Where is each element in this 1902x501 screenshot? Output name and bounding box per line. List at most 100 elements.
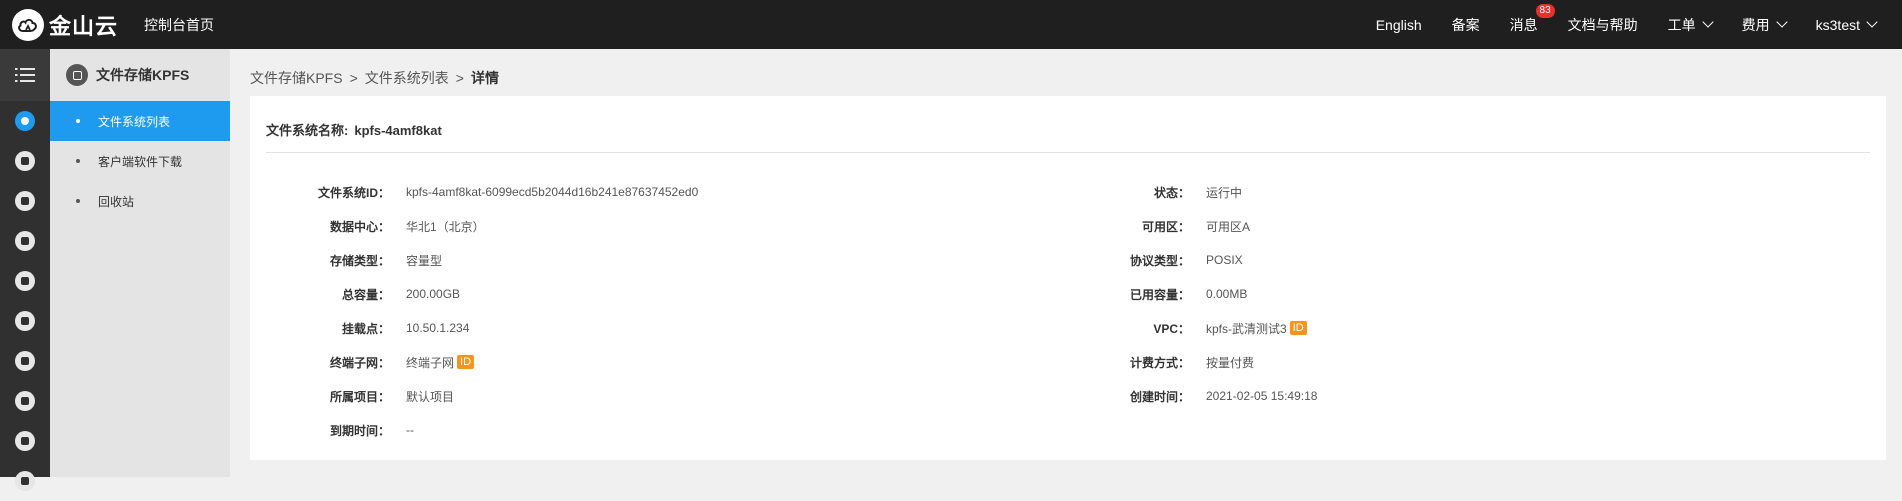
field-value: -- — [406, 423, 414, 437]
field-label: 存储类型： — [329, 253, 390, 268]
sidebar-item-label: 客户端软件下载 — [98, 154, 183, 169]
divider — [266, 152, 1870, 153]
field-value: 10.50.1.234 — [406, 321, 470, 335]
bullet-icon — [76, 199, 80, 203]
field-value: 可用区A — [1206, 219, 1251, 234]
id-tag-icon[interactable]: ID — [457, 355, 475, 369]
messages-link[interactable]: 消息 83 — [1509, 3, 1555, 35]
docs-help-link[interactable]: 文档与帮助 — [1568, 15, 1638, 35]
bullet-icon — [76, 159, 80, 163]
rail-item-4[interactable] — [0, 221, 50, 261]
field-used-capacity: 已用容量： 0.00MB — [1074, 284, 1247, 304]
field-value: kpfs-4amf8kat-6099ecd5b2044d16b241e87637… — [406, 185, 699, 199]
field-label: 数据中心： — [329, 219, 390, 234]
rail-item-5[interactable] — [0, 261, 50, 301]
field-storage-type: 存储类型： 容量型 — [274, 250, 442, 270]
field-value-wrap: kpfs-武清测试3 ID — [1206, 320, 1307, 337]
rail-item-10[interactable] — [0, 461, 50, 501]
field-terminal-subnet: 终端子网： 终端子网 ID — [274, 352, 475, 372]
field-label: 挂载点： — [341, 321, 390, 336]
field-label: 所属项目： — [329, 389, 390, 404]
field-value: 容量型 — [406, 253, 443, 268]
messages-label: 消息 — [1509, 16, 1538, 33]
beian-link[interactable]: 备案 — [1452, 15, 1480, 35]
chevron-down-icon — [1775, 16, 1788, 28]
detail-card: 文件系统名称: kpfs-4amf8kat 文件系统ID： kpfs-4amf8k… — [250, 96, 1886, 460]
bullet-icon — [76, 119, 80, 123]
field-value: 0.00MB — [1206, 287, 1248, 301]
field-label: 总容量： — [341, 287, 390, 302]
field-value: 2021-02-05 15:49:18 — [1206, 389, 1318, 403]
field-value-wrap: 终端子网 ID — [406, 354, 475, 371]
chevron-down-icon — [1701, 16, 1714, 28]
field-value: 运行中 — [1206, 185, 1243, 200]
field-total-capacity: 总容量： 200.00GB — [274, 284, 460, 304]
field-label: VPC： — [1153, 321, 1190, 336]
rail-item-9[interactable] — [0, 421, 50, 461]
sidebar-item-recycle-bin[interactable]: 回收站 — [50, 181, 230, 221]
rail-item-7[interactable] — [0, 341, 50, 381]
field-value: 华北1（北京） — [406, 219, 485, 234]
mobile-icon — [15, 351, 35, 371]
tickets-label: 工单 — [1667, 16, 1696, 33]
field-filesystem-id: 文件系统ID： kpfs-4amf8kat-6099ecd5b2044d16b2… — [274, 182, 698, 202]
terminal-subnet-link[interactable]: 终端子网 — [406, 354, 454, 371]
storage-icon — [15, 111, 35, 131]
page-title: 文件系统名称: kpfs-4amf8kat — [266, 120, 442, 139]
cloud-logo-icon — [12, 8, 44, 41]
breadcrumb-filesystem-list-link[interactable]: 文件系统列表 — [365, 68, 449, 88]
field-label: 到期时间： — [329, 423, 390, 438]
field-label: 文件系统ID： — [317, 185, 390, 200]
network-icon — [15, 431, 35, 451]
rail-item-kpfs[interactable] — [0, 101, 50, 141]
breadcrumb-current: 详情 — [470, 70, 499, 86]
product-sidebar: 文件存储KPFS 文件系统列表 客户端软件下载 回收站 — [50, 49, 230, 477]
field-availability-zone: 可用区： 可用区A — [1074, 216, 1250, 236]
tickets-menu[interactable]: 工单 — [1667, 15, 1714, 35]
billing-label: 费用 — [1741, 16, 1770, 33]
field-value: POSIX — [1206, 253, 1243, 267]
field-value: 默认项目 — [406, 389, 455, 404]
field-label: 状态： — [1153, 185, 1190, 200]
sidebar-item-label: 文件系统列表 — [98, 114, 171, 129]
field-label: 可用区： — [1141, 219, 1190, 234]
user-menu[interactable]: ks3test — [1815, 16, 1878, 33]
username-label: ks3test — [1815, 16, 1860, 33]
sidebar-item-filesystem-list[interactable]: 文件系统列表 — [50, 101, 230, 141]
console-home-link[interactable]: 控制台首页 — [144, 15, 214, 35]
rail-item-8[interactable] — [0, 381, 50, 421]
database-icon — [15, 231, 35, 251]
menu-toggle-button[interactable] — [0, 49, 50, 101]
vpc-link[interactable]: kpfs-武清测试3 — [1206, 320, 1287, 337]
logo-text: 金山云 — [49, 13, 119, 39]
id-tag-icon[interactable]: ID — [1289, 321, 1307, 335]
field-label: 计费方式： — [1129, 355, 1190, 370]
kpfs-product-icon — [66, 64, 88, 86]
breadcrumb-kpfs-link[interactable]: 文件存储KPFS — [250, 68, 343, 88]
field-value: 200.00GB — [406, 287, 461, 301]
product-icon-rail — [0, 49, 50, 491]
sidebar-product-title: 文件存储KPFS — [50, 49, 230, 101]
field-label: 创建时间： — [1129, 389, 1190, 404]
rail-item-2[interactable] — [0, 141, 50, 181]
chevron-down-icon — [1866, 16, 1878, 28]
field-billing-method: 计费方式： 按量付费 — [1074, 352, 1254, 372]
list-menu-icon — [15, 68, 35, 82]
logo[interactable]: 金山云 — [12, 8, 122, 41]
rail-item-3[interactable] — [0, 181, 50, 221]
cloud-upload-icon — [15, 191, 35, 211]
field-status: 状态： 运行中 — [1074, 182, 1242, 202]
field-create-time: 创建时间： 2021-02-05 15:49:18 — [1074, 386, 1317, 406]
field-project: 所属项目： 默认项目 — [274, 386, 454, 406]
messages-count-badge: 83 — [1535, 3, 1555, 18]
language-english-link[interactable]: English — [1376, 17, 1422, 33]
sidebar-item-client-download[interactable]: 客户端软件下载 — [50, 141, 230, 181]
folder-icon — [15, 471, 35, 491]
field-label: 已用容量： — [1129, 287, 1190, 302]
billing-menu[interactable]: 费用 — [1741, 15, 1788, 35]
rail-item-6[interactable] — [0, 301, 50, 341]
field-vpc: VPC： kpfs-武清测试3 ID — [1074, 318, 1307, 338]
server-icon — [15, 151, 35, 171]
field-label: 终端子网： — [329, 355, 390, 370]
field-label: 协议类型： — [1129, 253, 1190, 268]
